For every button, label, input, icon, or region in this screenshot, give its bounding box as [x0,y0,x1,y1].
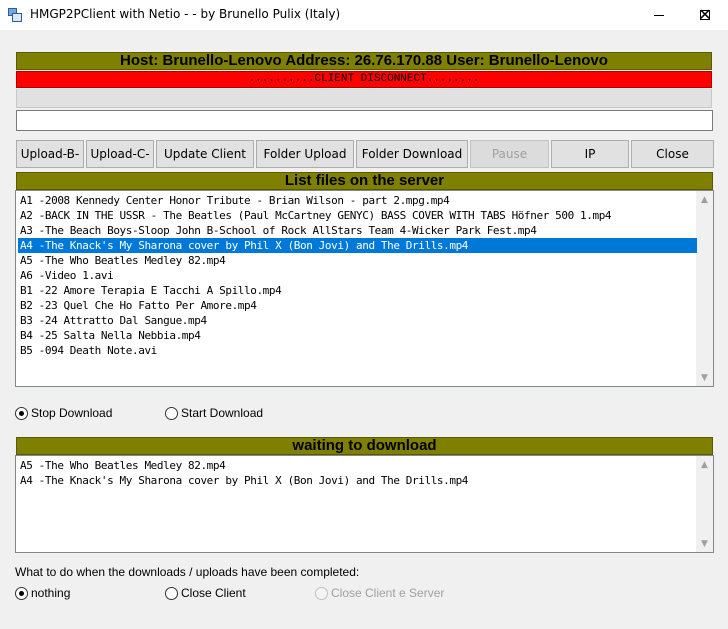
command-input[interactable] [16,110,713,131]
app-window-icon [8,8,22,22]
list-item[interactable]: A1 -2008 Kennedy Center Honor Tribute - … [18,193,697,208]
nothing-radio[interactable]: nothing [15,586,70,600]
start-download-radio[interactable]: Start Download [165,406,263,420]
close-client-server-radio[interactable]: Close Client e Server [315,586,444,600]
update-client-button[interactable]: Update Client [156,140,254,168]
waiting-header: waiting to download [16,437,713,455]
waiting-list[interactable]: ▲ ▼ A5 -The Who Beatles Medley 82.mp4 A4 … [15,455,714,553]
scroll-down-icon[interactable]: ▼ [696,535,713,552]
radio-icon [315,586,328,600]
close-button[interactable]: Close [631,140,714,168]
folder-upload-button[interactable]: Folder Upload [256,140,354,168]
scroll-down-icon[interactable]: ▼ [696,369,713,386]
minimize-icon [654,14,664,16]
upload-b-button[interactable]: Upload-B- [16,140,84,168]
scroll-up-icon[interactable]: ▲ [696,456,713,473]
upload-c-button[interactable]: Upload-C- [86,140,154,168]
waiting-list-scrollbar[interactable]: ▲ ▼ [696,456,713,552]
list-item[interactable]: A5 -The Who Beatles Medley 82.mp4 [18,253,697,268]
stop-download-radio[interactable]: Stop Download [15,406,112,420]
list-item[interactable]: A2 -BACK IN THE USSR - The Beatles (Paul… [18,208,697,223]
close-client-radio[interactable]: Close Client [165,586,246,600]
radio-icon [15,586,28,600]
minimize-button[interactable] [636,0,682,30]
radio-icon [165,406,178,420]
radio-icon [15,406,28,420]
list-item[interactable]: A6 -Video 1.avi [18,268,697,283]
host-info-bar: Host: Brunello-Lenovo Address: 26.76.170… [16,52,712,70]
scroll-up-icon[interactable]: ▲ [696,191,713,208]
folder-download-button[interactable]: Folder Download [356,140,468,168]
info-panel [16,89,712,108]
nothing-label: nothing [31,586,71,600]
list-item[interactable]: B3 -24 Attratto Dal Sangue.mp4 [18,313,697,328]
list-item[interactable]: A4 -The Knack's My Sharona cover by Phil… [18,238,697,253]
window-title: HMGP2PClient with Netio - - by Brunello … [30,7,341,21]
server-files-list[interactable]: ▲ ▼ A1 -2008 Kennedy Center Honor Tribut… [15,190,714,387]
connection-status-bar: ..........CLIENT DISCONNECT........ [16,71,712,88]
server-files-header: List files on the server [16,172,713,190]
radio-icon [165,586,178,600]
stop-download-label: Stop Download [31,406,113,420]
list-item[interactable]: A3 -The Beach Boys-Sloop John B-School o… [18,223,697,238]
window-close-button[interactable]: ✕ [682,0,728,30]
title-bar: HMGP2PClient with Netio - - by Brunello … [0,0,728,30]
list-item[interactable]: A5 -The Who Beatles Medley 82.mp4 [18,458,697,473]
list-item[interactable]: B5 -094 Death Note.avi [18,343,697,358]
close-client-label: Close Client [181,586,246,600]
pause-button[interactable]: Pause [470,140,549,168]
close-client-server-label: Close Client e Server [331,586,445,600]
ip-button[interactable]: IP [551,140,629,168]
completion-question: What to do when the downloads / uploads … [15,565,360,579]
start-download-label: Start Download [181,406,264,420]
list-item[interactable]: B2 -23 Quel Che Ho Fatto Per Amore.mp4 [18,298,697,313]
list-item[interactable]: A4 -The Knack's My Sharona cover by Phil… [18,473,697,488]
server-list-scrollbar[interactable]: ▲ ▼ [696,191,713,386]
close-icon: ✕ [698,5,712,24]
list-item[interactable]: B4 -25 Salta Nella Nebbia.mp4 [18,328,697,343]
list-item[interactable]: B1 -22 Amore Terapia E Tacchi A Spillo.m… [18,283,697,298]
